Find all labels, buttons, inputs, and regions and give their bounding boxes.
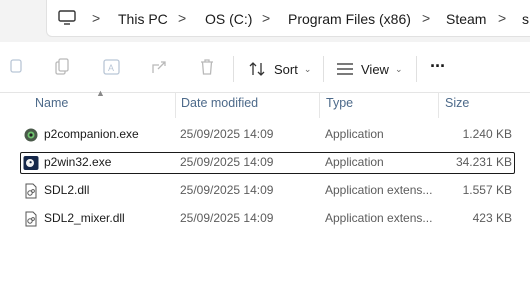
- file-row[interactable]: p2companion.exe 25/09/2025 14:09 Applica…: [20, 124, 515, 146]
- file-row-selected[interactable]: p2win32.exe 25/09/2025 14:09 Application…: [20, 152, 515, 174]
- this-pc-icon[interactable]: [58, 10, 76, 26]
- address-left-slot: [0, 0, 46, 37]
- view-button[interactable]: View ⌄: [336, 54, 403, 84]
- exe-app-icon: [23, 156, 39, 170]
- copy-icon[interactable]: [54, 58, 70, 76]
- cut-icon[interactable]: [8, 58, 24, 76]
- view-list-icon: [337, 63, 353, 75]
- rename-icon[interactable]: A: [103, 58, 121, 76]
- file-size: 1.240 KB: [462, 127, 512, 141]
- file-type: Application: [325, 127, 384, 141]
- file-name: p2win32.exe: [44, 155, 112, 169]
- file-date-modified: 25/09/2025 14:09: [180, 211, 274, 225]
- sort-button[interactable]: Sort ⌄: [248, 54, 311, 84]
- toolbar-divider: [323, 56, 324, 82]
- column-header-size[interactable]: Size: [445, 96, 469, 110]
- column-separator[interactable]: [319, 92, 320, 118]
- file-row[interactable]: SDL2_mixer.dll 25/09/2025 14:09 Applicat…: [20, 208, 515, 230]
- file-size: 1.557 KB: [462, 183, 512, 197]
- file-type: Application extens...: [325, 183, 433, 197]
- dll-file-icon: [25, 183, 37, 199]
- sort-label: Sort: [274, 61, 298, 77]
- exe-app-icon: [24, 128, 38, 142]
- file-size: 423 KB: [472, 211, 512, 225]
- file-date-modified: 25/09/2025 14:09: [180, 183, 274, 197]
- file-size: 34.231 KB: [455, 155, 512, 169]
- breadcrumb-separator[interactable]: >: [262, 10, 270, 26]
- delete-icon[interactable]: [199, 58, 215, 76]
- command-toolbar: A Sort ⌄ View ⌄ ···: [0, 46, 530, 93]
- breadcrumb-separator[interactable]: >: [422, 10, 430, 26]
- column-header-type[interactable]: Type: [326, 96, 353, 110]
- svg-text:A: A: [108, 63, 114, 73]
- address-bar-strip: > This PC > OS (C:) > Program Files (x86…: [0, 0, 530, 42]
- breadcrumb-next[interactable]: s: [522, 11, 529, 27]
- breadcrumb-separator[interactable]: >: [92, 10, 100, 26]
- toolbar-divider: [233, 56, 234, 82]
- file-name: SDL2.dll: [44, 183, 90, 197]
- file-name: SDL2_mixer.dll: [44, 211, 125, 225]
- file-date-modified: 25/09/2025 14:09: [180, 155, 274, 169]
- share-icon[interactable]: [150, 58, 168, 76]
- breadcrumb-separator[interactable]: >: [178, 10, 186, 26]
- file-type: Application extens...: [325, 211, 433, 225]
- column-header-name[interactable]: Name: [35, 96, 68, 110]
- dll-file-icon: [25, 211, 37, 227]
- breadcrumb-os-c[interactable]: OS (C:): [205, 11, 252, 27]
- sort-ascending-icon: ▲: [96, 88, 105, 98]
- breadcrumb-steam[interactable]: Steam: [446, 11, 486, 27]
- file-type: Application: [325, 155, 384, 169]
- view-label: View: [361, 61, 389, 77]
- breadcrumb-separator[interactable]: >: [498, 10, 506, 26]
- see-more-button[interactable]: ···: [430, 51, 446, 81]
- column-header-date-modified[interactable]: Date modified: [181, 96, 258, 110]
- file-date-modified: 25/09/2025 14:09: [180, 127, 274, 141]
- sort-icon: [249, 62, 265, 76]
- chevron-down-icon: ⌄: [303, 63, 312, 74]
- toolbar-divider: [416, 56, 417, 82]
- file-name: p2companion.exe: [44, 127, 139, 141]
- file-row[interactable]: SDL2.dll 25/09/2025 14:09 Application ex…: [20, 180, 515, 202]
- column-separator[interactable]: [438, 92, 439, 118]
- breadcrumb-program-files-x86[interactable]: Program Files (x86): [288, 11, 411, 27]
- breadcrumb-this-pc[interactable]: This PC: [118, 11, 168, 27]
- chevron-down-icon: ⌄: [394, 63, 403, 74]
- column-separator[interactable]: [175, 92, 176, 118]
